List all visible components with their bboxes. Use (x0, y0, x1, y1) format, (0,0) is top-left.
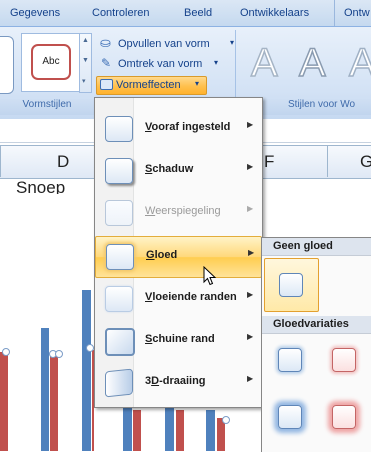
submenu-arrow-icon: ▶ (247, 120, 254, 129)
gallery-expand-icon[interactable]: ▾ (82, 77, 86, 85)
tab-controleren[interactable]: Controleren (92, 7, 149, 19)
column-divider (0, 145, 1, 177)
menu-item-preset[interactable]: Vooraf ingesteld ▶ (95, 108, 261, 150)
menu-item-shadow[interactable]: Schaduw ▶ (95, 150, 261, 192)
chart-marker (55, 350, 63, 358)
dropdown-arrow-icon: ▾ (230, 38, 235, 47)
tab-ontwikkelaars[interactable]: Ontwikkelaars (240, 7, 309, 19)
glow-swatch-blue (278, 348, 302, 372)
submenu-header-glow-variations: Gloedvariaties (262, 316, 371, 334)
style-preview-abc: Abc (31, 44, 71, 80)
chart-bar (133, 410, 141, 451)
tab-beeld[interactable]: Beeld (184, 7, 212, 19)
tab-gegevens[interactable]: Gegevens (10, 7, 60, 19)
reflection-icon (105, 200, 133, 226)
menu-item-label: Vloeiende randen (145, 291, 237, 303)
menu-item-3d-rotation[interactable]: 3D-draaiing ▶ (95, 362, 261, 404)
scroll-up-icon[interactable]: ▲ (82, 37, 89, 44)
shadow-icon (105, 158, 133, 184)
menu-item-label: 3D-draaiing (145, 375, 206, 387)
chart-bar (82, 290, 91, 451)
wordart-style-3[interactable]: A (348, 40, 371, 86)
glow-variation[interactable] (322, 338, 366, 384)
group-label-wordart-styles: Stijlen voor Wo (262, 99, 371, 115)
wordart-gallery[interactable]: A A A (243, 33, 371, 97)
shape-effects-label: Vormeffecten (116, 79, 181, 91)
shape-effects-button[interactable]: Vormeffecten ▾ (96, 76, 207, 95)
submenu-arrow-icon: ▶ (247, 374, 254, 383)
chart-bar (123, 406, 132, 451)
column-header-g[interactable]: G (360, 152, 371, 172)
group-label-shape-styles: Vormstijlen (0, 99, 94, 115)
chart-bar (41, 328, 49, 451)
shape-outline-label: Omtrek van vorm (118, 58, 203, 70)
shape-style-gallery[interactable]: Abc (21, 33, 80, 92)
no-glow-option[interactable] (264, 258, 319, 312)
submenu-arrow-icon: ▶ (247, 332, 254, 341)
chart-marker (2, 348, 10, 356)
menu-item-label: Vooraf ingesteld (145, 121, 231, 133)
glow-icon (106, 244, 134, 270)
column-header-d[interactable]: D (57, 152, 69, 172)
chart-marker (86, 344, 94, 352)
chart-bar (176, 410, 184, 451)
cell-text[interactable]: Snoep (16, 178, 65, 194)
chart-bar (165, 406, 174, 451)
gallery-scroll[interactable]: ▲ ▼ ▾ (79, 33, 92, 93)
menu-item-glow[interactable]: Gloed ▶ (95, 236, 262, 278)
wordart-style-1[interactable]: A (250, 40, 278, 86)
soft-edges-icon (105, 286, 133, 312)
3d-rotation-icon (105, 368, 133, 398)
menu-item-label: Schuine rand (145, 333, 215, 345)
chart-bar (50, 356, 58, 451)
glow-swatch-blue-strong (278, 405, 302, 429)
bevel-icon (105, 328, 135, 356)
glow-variation[interactable] (268, 395, 312, 441)
wordart-style-2[interactable]: A (298, 40, 326, 86)
menu-item-bevel[interactable]: Schuine rand ▶ (95, 320, 261, 362)
scroll-down-icon[interactable]: ▼ (82, 57, 89, 64)
dropdown-arrow-icon: ▾ (214, 58, 219, 67)
column-divider (327, 145, 328, 177)
glow-variation[interactable] (268, 338, 312, 384)
menu-item-label-rest: ooraf ingesteld (151, 121, 231, 133)
menu-item-label: Gloed (146, 249, 178, 261)
menu-item-reflection: Weerspiegeling ▶ (95, 192, 261, 234)
shape-style-thumb-partial[interactable] (0, 36, 14, 94)
submenu-arrow-icon: ▶ (247, 290, 254, 299)
dropdown-arrow-icon: ▾ (195, 79, 200, 88)
menu-item-label: Weerspiegeling (145, 205, 221, 217)
column-header-f[interactable]: F (264, 152, 274, 172)
no-glow-swatch (279, 273, 303, 297)
paint-bucket-icon: ⛀ (100, 35, 111, 50)
submenu-header-no-glow: Geen gloed (262, 238, 371, 256)
chart-marker (222, 416, 230, 424)
shape-effects-icon (100, 79, 113, 90)
submenu-arrow-icon: ▶ (247, 204, 254, 213)
ribbon-tab-bar: Gegevens Controleren Beeld Ontwikkelaars… (0, 0, 371, 27)
menu-item-label: Schaduw (145, 163, 194, 175)
shape-fill-label: Opvullen van vorm (118, 38, 210, 50)
submenu-arrow-icon: ▶ (247, 162, 254, 171)
glow-variation[interactable] (322, 395, 366, 441)
mouse-cursor-icon (203, 266, 217, 286)
tab-ontwerpen[interactable]: Ontw (334, 0, 370, 26)
glow-swatch-red-strong (332, 405, 356, 429)
pencil-icon: ✎ (101, 56, 112, 70)
chart-bar (206, 410, 215, 451)
preset-icon (105, 116, 133, 142)
shape-fill-button[interactable]: ⛀ Opvullen van vorm ▾ (98, 35, 238, 53)
menu-item-soft-edges[interactable]: Vloeiende randen ▶ (95, 278, 261, 320)
glow-swatch-red (332, 348, 356, 372)
shape-outline-button[interactable]: ✎ Omtrek van vorm ▾ (98, 56, 238, 73)
chart-bar (0, 352, 8, 451)
submenu-arrow-icon: ▶ (248, 248, 255, 257)
